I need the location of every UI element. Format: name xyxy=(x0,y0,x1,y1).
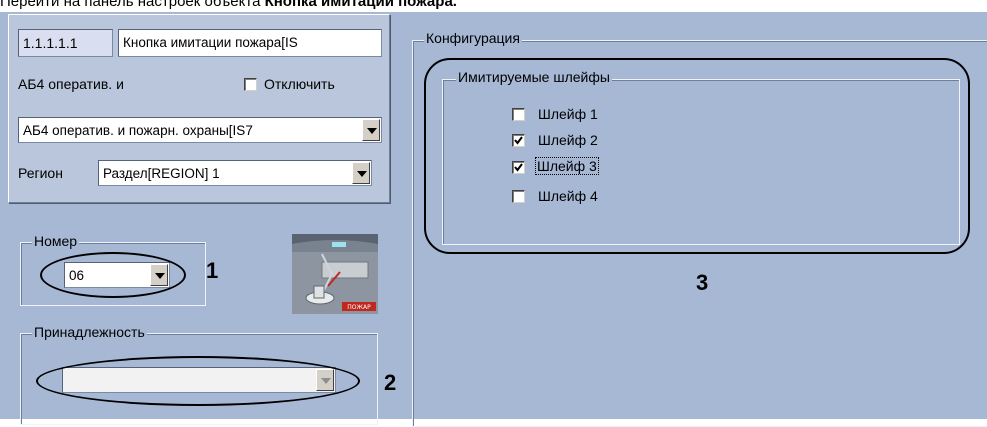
parent-label: АБ4 оператив. и xyxy=(18,76,124,92)
disable-label: Отключить xyxy=(264,76,335,92)
marker-2: 2 xyxy=(384,370,397,395)
highlight-oval-2 xyxy=(36,356,360,406)
marker-3: 3 xyxy=(696,270,709,295)
object-id-field[interactable]: 1.1.1.1.1 xyxy=(18,29,113,57)
configuration-group-title: Конфигурация xyxy=(424,30,522,46)
membership-group-title: Принадлежность xyxy=(32,324,147,340)
marker-1: 1 xyxy=(206,258,219,283)
chevron-down-icon[interactable] xyxy=(362,119,380,141)
highlight-rect-3 xyxy=(424,58,970,254)
disable-checkbox[interactable] xyxy=(244,78,257,91)
chevron-down-icon[interactable] xyxy=(352,162,370,184)
parent-object-select-value: АБ4 оператив. и пожарн. охраны[IS7 xyxy=(23,123,253,138)
caption-object-name: Кнопка имитации пожара. xyxy=(264,0,457,10)
highlight-oval-1 xyxy=(40,252,186,298)
number-group-title: Номер xyxy=(32,233,80,249)
fire-icon-caption: ПОЖАР xyxy=(347,304,371,311)
fire-button-icon: ПОЖАР xyxy=(292,234,378,314)
region-label: Регион xyxy=(18,165,63,181)
object-name-input[interactable]: Кнопка имитации пожара[IS xyxy=(118,29,382,57)
region-select-value: Раздел[REGION] 1 xyxy=(103,166,220,181)
caption-text: Перейти на панель настроек объекта xyxy=(0,0,265,10)
region-select[interactable]: Раздел[REGION] 1 xyxy=(98,160,372,186)
parent-object-select[interactable]: АБ4 оператив. и пожарн. охраны[IS7 xyxy=(18,117,382,143)
